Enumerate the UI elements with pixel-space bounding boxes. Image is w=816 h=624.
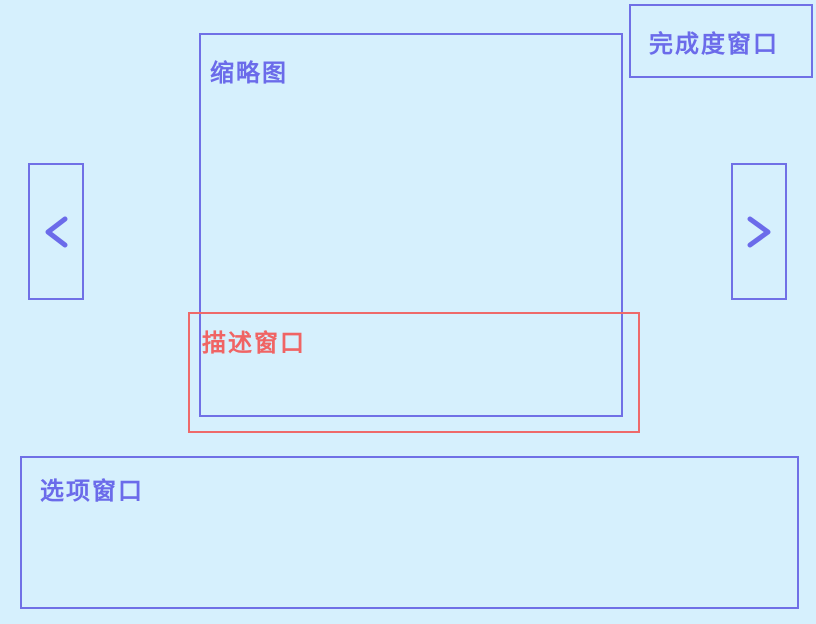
description-window-label: 描述窗口 <box>202 329 306 357</box>
options-window: 选项窗口 <box>20 456 799 609</box>
thumbnail-label: 缩略图 <box>210 59 288 87</box>
next-button[interactable] <box>731 163 787 300</box>
description-window: 描述窗口 <box>188 312 640 433</box>
options-window-label: 选项窗口 <box>40 477 144 505</box>
chevron-right-icon <box>744 214 774 250</box>
completion-window-label: 完成度窗口 <box>649 30 779 58</box>
previous-button[interactable] <box>28 163 84 300</box>
chevron-left-icon <box>41 214 71 250</box>
completion-window: 完成度窗口 <box>629 4 813 78</box>
